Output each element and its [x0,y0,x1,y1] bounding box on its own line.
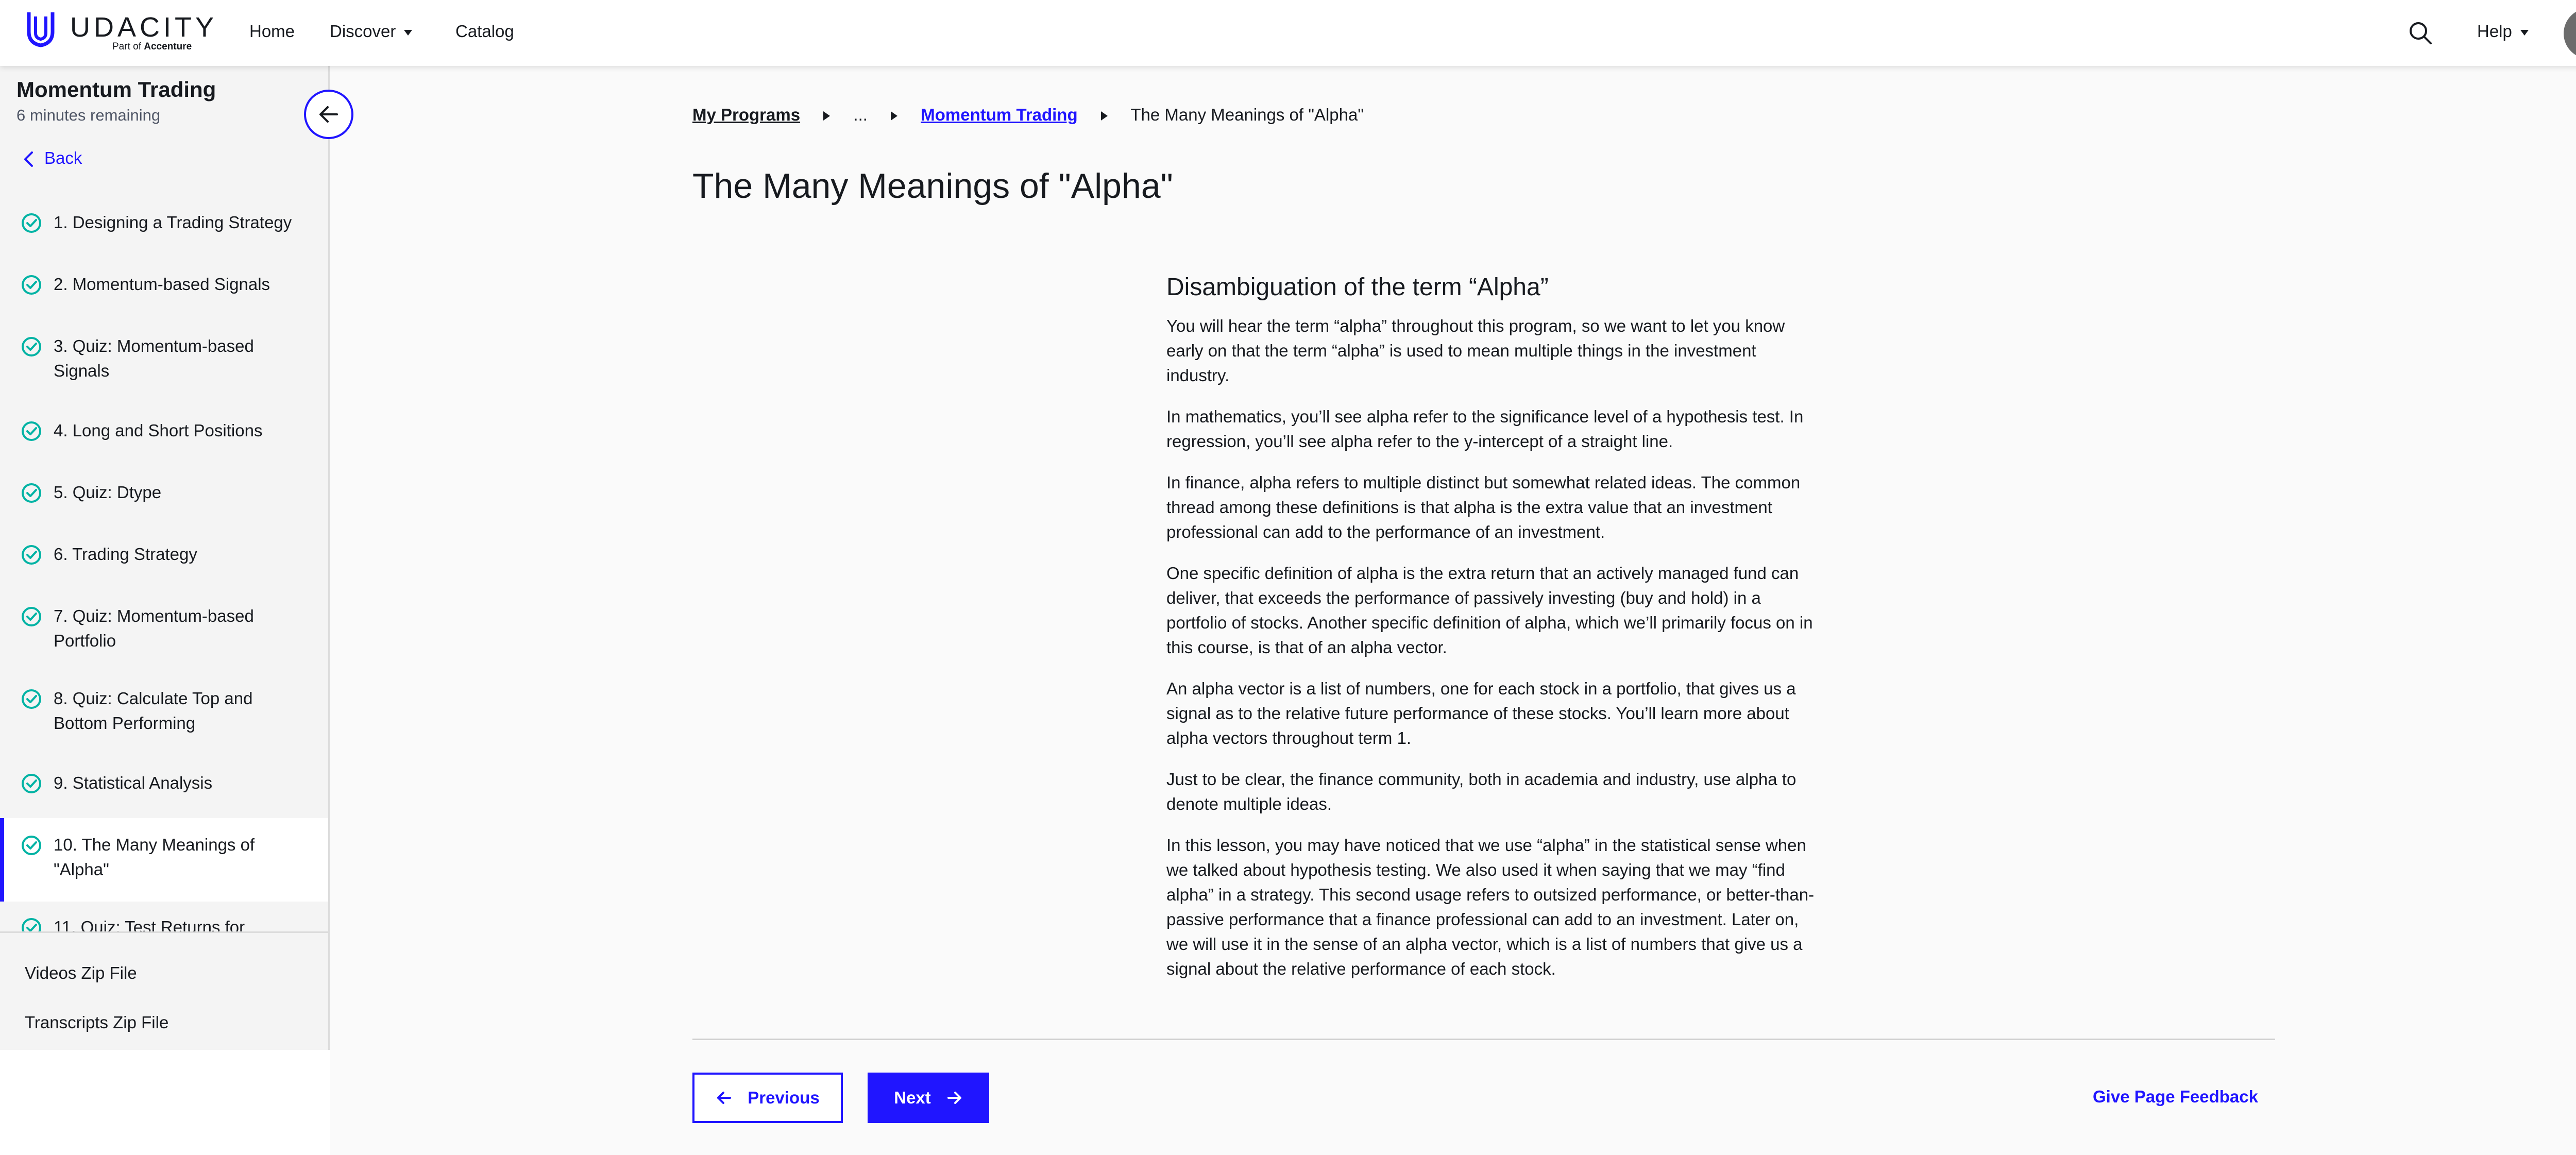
videos-zip-link[interactable]: Videos Zip File [25,963,137,983]
logo-wordmark: UDACITY [70,12,218,43]
page-title: The Many Meanings of "Alpha" [692,166,1173,206]
breadcrumb: My Programs ... Momentum Trading The Man… [692,105,1364,125]
article-paragraph: Just to be clear, the finance community,… [1166,770,1797,813]
article-content: Disambiguation of the term “Alpha” You w… [1166,273,1816,998]
lesson-item[interactable]: 1. Designing a Trading Strategy [0,210,328,235]
nav-discover[interactable]: Discover [330,22,413,41]
lesson-item[interactable]: 5. Quiz: Dtype [0,480,328,505]
check-circle-icon [22,689,41,709]
article-paragraph: An alpha vector is a list of numbers, on… [1166,679,1796,748]
check-circle-icon [22,421,41,441]
lesson-item[interactable]: 8. Quiz: Calculate Top and Bottom Perfor… [0,686,328,736]
arrow-right-icon [947,1092,961,1104]
lesson-item[interactable]: 6. Trading Strategy [0,542,328,567]
lesson-label: 9. Statistical Analysis [54,773,213,792]
check-circle-icon [22,337,41,356]
lesson-label: 4. Long and Short Positions [54,421,263,440]
article-heading: Disambiguation of the term “Alpha” [1166,274,1549,301]
check-circle-icon [22,213,41,233]
back-label: Back [44,148,82,167]
breadcrumb-current: The Many Meanings of "Alpha" [1130,105,1364,124]
triangle-right-icon [1100,111,1108,121]
lesson-item-active[interactable]: 10. The Many Meanings of "Alpha" [0,818,328,902]
nav-home[interactable]: Home [249,22,295,41]
check-circle-icon [22,607,41,626]
lesson-label: 3. Quiz: Momentum-based Signals [54,336,254,380]
lesson-label: 7. Quiz: Momentum-based Portfolio [54,606,254,650]
triangle-right-icon [891,111,898,121]
check-circle-icon [22,545,41,565]
article-paragraph: In mathematics, you’ll see alpha refer t… [1166,407,1804,451]
check-circle-icon [22,774,41,793]
previous-label: Previous [748,1088,820,1107]
lesson-item[interactable]: 7. Quiz: Momentum-based Portfolio [0,604,328,653]
top-header: UDACITY Part of Accenture Home Discover … [0,0,2576,66]
transcripts-zip-link[interactable]: Transcripts Zip File [25,1013,168,1032]
check-circle-icon [22,836,41,855]
article-paragraph: You will hear the term “alpha” throughou… [1166,316,1785,385]
lesson-label: 8. Quiz: Calculate Top and Bottom Perfor… [54,689,253,733]
logo-sub-brand: Accenture [144,41,192,52]
lesson-label: 11. Quiz: Test Returns for [54,918,245,931]
nav-discover-label: Discover [330,22,396,41]
lesson-label: 5. Quiz: Dtype [54,483,162,502]
article-paragraph: In finance, alpha refers to multiple dis… [1166,473,1801,541]
breadcrumb-course[interactable]: Momentum Trading [921,105,1077,124]
sidebar: Momentum Trading 6 minutes remaining Bac… [0,66,330,1050]
lesson-item[interactable]: 11. Quiz: Test Returns for [0,915,328,931]
lesson-item[interactable]: 4. Long and Short Positions [0,418,328,443]
back-link[interactable]: Back [23,148,82,168]
article-paragraph: One specific definition of alpha is the … [1166,564,1813,657]
arrow-left-icon [319,106,338,123]
next-button[interactable]: Next [868,1073,989,1123]
breadcrumb-ellipsis[interactable]: ... [853,105,868,124]
udacity-logo-icon [27,12,55,47]
previous-button[interactable]: Previous [692,1073,843,1123]
logo-sub-prefix: Part of [112,41,144,52]
breadcrumb-my-programs[interactable]: My Programs [692,105,800,124]
triangle-right-icon [823,111,831,121]
lesson-label: 6. Trading Strategy [54,545,197,564]
search-icon[interactable] [2408,21,2433,45]
content-divider [692,1039,2275,1040]
next-label: Next [894,1088,931,1107]
collapse-sidebar-button[interactable] [304,90,353,139]
lesson-label: 2. Momentum-based Signals [54,275,270,294]
sidebar-divider [0,931,328,933]
lesson-item[interactable]: 2. Momentum-based Signals [0,272,328,297]
lesson-label: 1. Designing a Trading Strategy [54,213,292,232]
time-remaining: 6 minutes remaining [16,106,161,124]
check-circle-icon [22,275,41,295]
course-title: Momentum Trading [16,77,216,101]
article-paragraph: In this lesson, you may have noticed tha… [1166,836,1815,978]
nav-help-label: Help [2477,22,2512,41]
give-feedback-link[interactable]: Give Page Feedback [2093,1087,2258,1107]
lesson-item[interactable]: 3. Quiz: Momentum-based Signals [0,334,328,383]
caret-down-icon [404,29,413,36]
check-circle-icon [22,483,41,503]
lesson-label: 10. The Many Meanings of "Alpha" [54,835,255,879]
nav-catalog[interactable]: Catalog [455,22,514,41]
sidebar-footer-space [0,1050,330,1155]
nav-help[interactable]: Help [2477,22,2529,41]
lesson-list[interactable]: 1. Designing a Trading Strategy 2. Momen… [0,195,328,931]
chevron-left-icon [24,151,33,167]
arrow-left-icon [717,1092,732,1104]
lesson-item[interactable]: 9. Statistical Analysis [0,771,328,795]
caret-down-icon [2520,29,2529,36]
logo-subtitle: Part of Accenture [112,41,192,53]
avatar[interactable]: HC [2564,8,2576,59]
check-circle-icon [22,918,41,931]
